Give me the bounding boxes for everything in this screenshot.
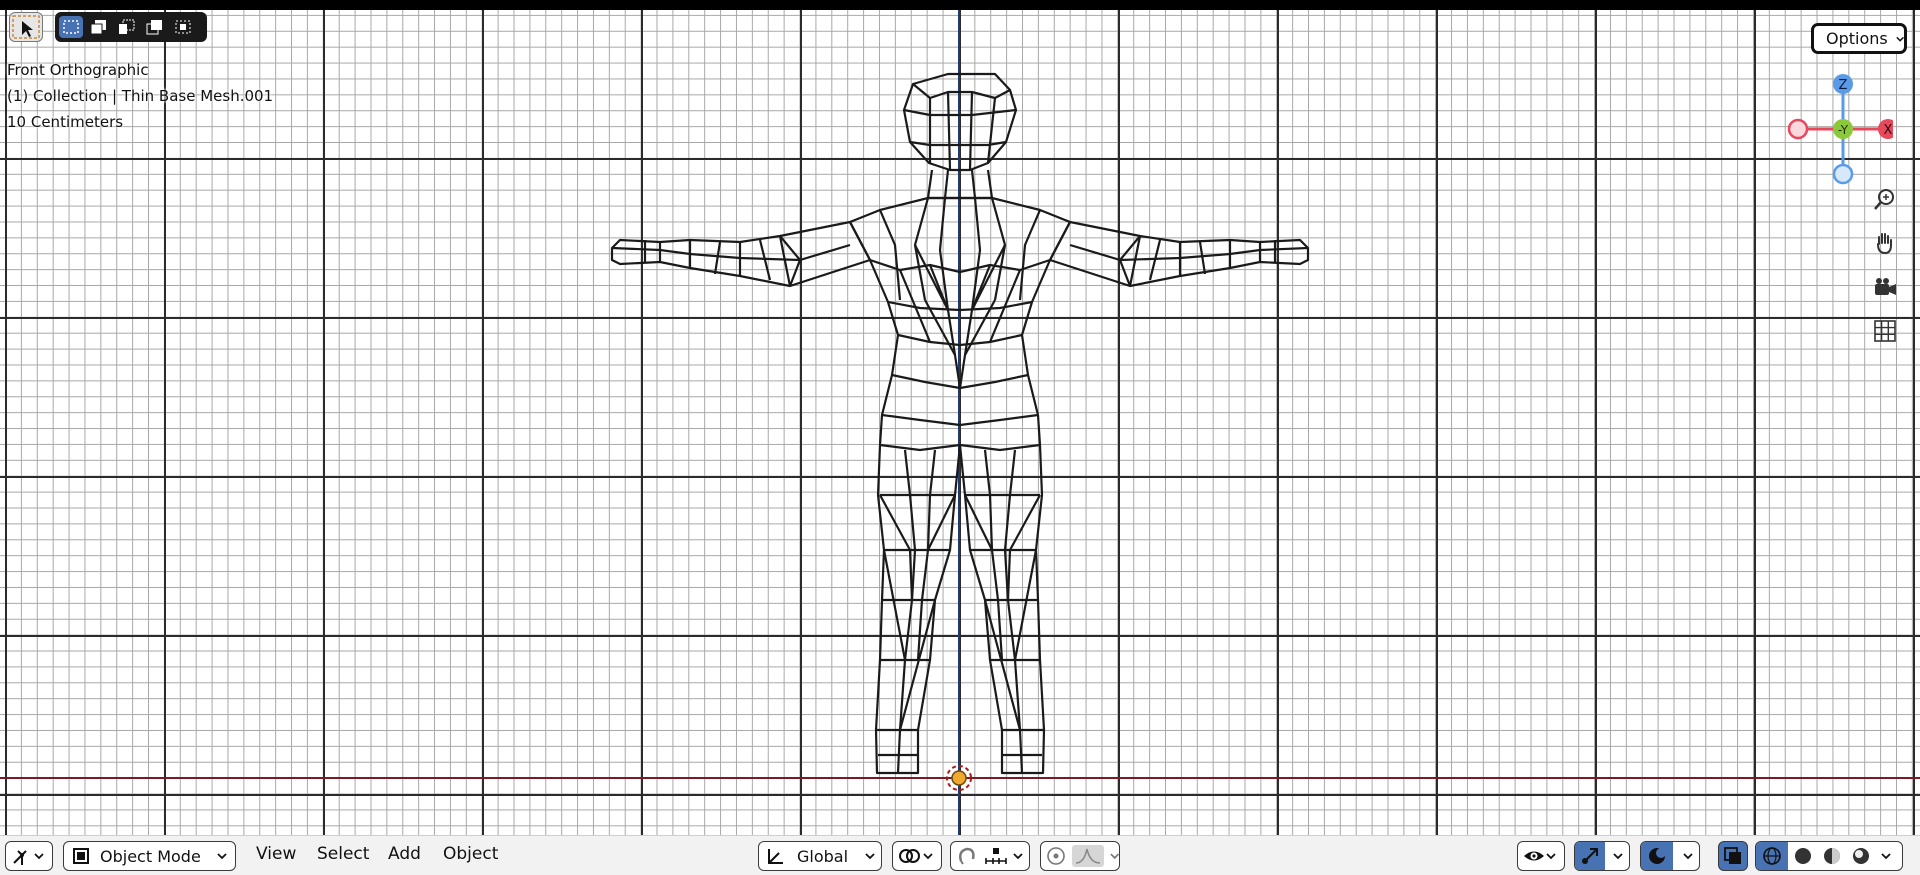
select-box-button[interactable] bbox=[59, 16, 83, 38]
svg-text:X: X bbox=[1884, 123, 1893, 138]
chevron-down-icon bbox=[923, 853, 933, 860]
chevron-down-icon bbox=[1109, 853, 1119, 860]
gizmo-x-axis[interactable]: X bbox=[1878, 119, 1893, 139]
overlay-eye-icon bbox=[1524, 851, 1544, 861]
3d-viewport[interactable]: Front Orthographic (1) Collection | Thin… bbox=[0, 0, 1920, 835]
menu-view[interactable]: View bbox=[256, 844, 296, 864]
selection-mode-group bbox=[55, 12, 207, 42]
perspective-toggle-button[interactable] bbox=[1870, 316, 1900, 346]
gizmo-toggle-button[interactable] bbox=[1575, 842, 1605, 870]
gizmo-neg-z-axis[interactable] bbox=[1832, 163, 1854, 185]
viewport-header: Object Mode View Select Add Object Globa… bbox=[0, 835, 1920, 875]
transform-orientation-label: Global bbox=[797, 846, 849, 866]
chevron-down-icon[interactable] bbox=[1881, 851, 1891, 861]
collection-info-label: (1) Collection | Thin Base Mesh.001 bbox=[7, 87, 274, 105]
select-intersect-icon bbox=[175, 20, 191, 34]
falloff-icon bbox=[1071, 845, 1104, 867]
chevron-down-icon bbox=[34, 853, 44, 860]
chevron-down-icon bbox=[1013, 853, 1023, 860]
grid-scale-label: 10 Centimeters bbox=[7, 113, 124, 131]
chevron-down-icon bbox=[1683, 853, 1693, 860]
options-label: Options bbox=[1826, 29, 1888, 48]
select-difference-button[interactable] bbox=[143, 16, 167, 38]
pivot-icon bbox=[899, 849, 920, 863]
select-extend-icon bbox=[90, 20, 106, 35]
gizmo-icon bbox=[1582, 848, 1598, 864]
solid-shading-button[interactable] bbox=[1788, 842, 1817, 870]
overlays-toggle-group[interactable] bbox=[1640, 841, 1700, 871]
options-dropdown[interactable]: Options bbox=[1811, 23, 1907, 54]
select-box-icon bbox=[63, 20, 79, 34]
shading-mode-group bbox=[1755, 841, 1903, 871]
select-subtract-icon bbox=[119, 19, 135, 34]
zoom-icon bbox=[1874, 189, 1894, 210]
navigation-gizmo[interactable]: Z X -Y bbox=[1783, 70, 1893, 190]
grid-icon bbox=[1874, 320, 1896, 342]
origin-point-icon[interactable] bbox=[944, 763, 974, 793]
editor-type-icon bbox=[13, 850, 27, 865]
select-extend-button[interactable] bbox=[87, 16, 111, 38]
xray-toggle-button[interactable] bbox=[1718, 841, 1748, 871]
material-shading-icon bbox=[1823, 848, 1840, 864]
rendered-shading-icon bbox=[1852, 848, 1869, 864]
transform-orientation-dropdown[interactable]: Global bbox=[758, 841, 882, 871]
visibility-dropdown[interactable] bbox=[1517, 841, 1565, 871]
gizmo-neg-x-axis[interactable] bbox=[1787, 118, 1809, 140]
chevron-down-icon bbox=[865, 853, 875, 860]
chevron-down-icon bbox=[1896, 36, 1904, 42]
select-subtract-button[interactable] bbox=[115, 16, 139, 38]
material-shading-button[interactable] bbox=[1817, 842, 1846, 870]
chevron-down-icon bbox=[1613, 853, 1623, 860]
zoom-button[interactable] bbox=[1870, 184, 1900, 214]
wireframe-shading-button[interactable] bbox=[1756, 842, 1788, 870]
proportional-icon bbox=[1047, 847, 1065, 865]
wireframe-mesh[interactable] bbox=[0, 10, 1920, 835]
select-intersect-button[interactable] bbox=[171, 16, 195, 38]
gizmo-toggle-group[interactable] bbox=[1574, 841, 1630, 871]
view-name-label: Front Orthographic bbox=[7, 61, 149, 79]
chevron-down-icon bbox=[217, 853, 227, 860]
pan-button[interactable] bbox=[1870, 228, 1900, 258]
chevron-down-icon bbox=[1546, 853, 1556, 860]
mode-label: Object Mode bbox=[100, 846, 201, 866]
snap-icon bbox=[959, 847, 975, 865]
solid-shading-icon bbox=[1794, 848, 1811, 864]
gizmo-z-axis[interactable]: Z bbox=[1833, 74, 1853, 94]
mode-dropdown[interactable]: Object Mode bbox=[63, 841, 236, 871]
transform-icon bbox=[768, 849, 783, 864]
overlays-icon bbox=[1649, 848, 1666, 864]
xray-icon bbox=[1724, 847, 1741, 864]
gizmo-neg-y-axis[interactable]: -Y bbox=[1833, 119, 1853, 139]
menu-object[interactable]: Object bbox=[443, 844, 498, 864]
object-mode-icon bbox=[73, 848, 89, 864]
wireframe-shading-icon bbox=[1763, 847, 1781, 865]
svg-text:-Y: -Y bbox=[1838, 123, 1849, 137]
proportional-editing-group[interactable] bbox=[1040, 841, 1120, 871]
pivot-point-dropdown[interactable] bbox=[892, 841, 942, 871]
camera-view-button[interactable] bbox=[1870, 272, 1900, 302]
overlays-toggle-button[interactable] bbox=[1641, 842, 1673, 870]
snap-target-icon bbox=[985, 848, 1007, 864]
cursor-icon bbox=[12, 15, 40, 39]
hand-pan-icon bbox=[1877, 233, 1892, 255]
rendered-shading-button[interactable] bbox=[1846, 842, 1875, 870]
select-difference-icon bbox=[146, 20, 162, 35]
menu-select[interactable]: Select bbox=[317, 844, 369, 864]
editor-type-dropdown[interactable] bbox=[5, 841, 53, 871]
snap-group[interactable] bbox=[950, 841, 1030, 871]
tool-select-button[interactable] bbox=[9, 12, 43, 42]
svg-text:Z: Z bbox=[1839, 78, 1848, 93]
menu-add[interactable]: Add bbox=[388, 844, 421, 864]
camera-icon bbox=[1875, 278, 1896, 295]
